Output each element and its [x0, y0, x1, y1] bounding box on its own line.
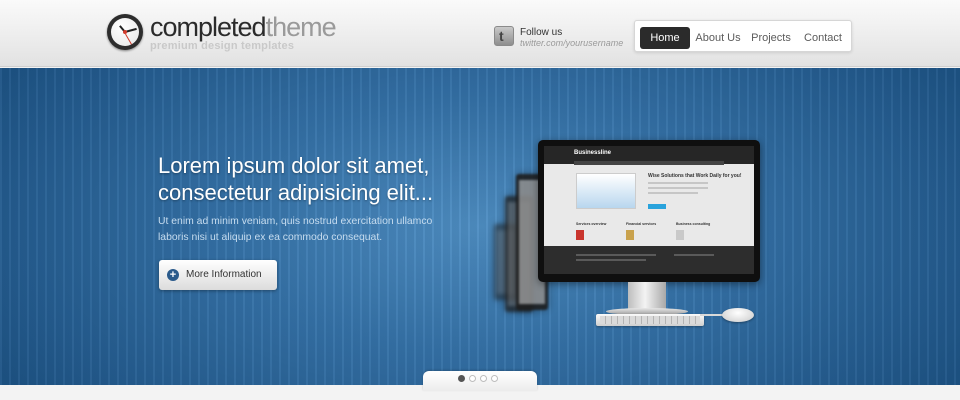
plus-circle-icon: + — [167, 269, 179, 281]
slider-pager — [423, 371, 537, 391]
logo-title[interactable]: completedtheme — [150, 12, 337, 42]
nav-projects[interactable]: Projects — [747, 27, 795, 49]
nav-contact[interactable]: Contact — [800, 27, 846, 49]
main-navigation: Home About Us Projects Contact — [634, 20, 852, 52]
hero-title-line-1: Lorem ipsum dolor sit amet, — [158, 153, 430, 178]
twitter-icon[interactable]: t — [494, 26, 514, 46]
screen-column-3: Business consulting — [676, 222, 711, 226]
screen-column-2: Financial services — [626, 222, 657, 226]
keyboard-illustration — [596, 314, 704, 326]
nav-about-us[interactable]: About Us — [695, 27, 741, 49]
mouse-cord — [700, 314, 724, 316]
screen-headline: Wise Solutions that Work Daily for you! — [648, 173, 742, 179]
site-header: completedtheme premium design templates … — [0, 0, 960, 67]
hero-title: Lorem ipsum dolor sit amet, consectetur … — [158, 152, 478, 206]
more-information-button[interactable]: + More Information — [159, 260, 277, 290]
pager-dot-4[interactable] — [491, 375, 498, 382]
monitor-illustration: Businessline Wise Solutions that Work Da… — [538, 140, 760, 282]
logo-title-bold: completed — [150, 12, 267, 42]
hero-description: Ut enim ad minim veniam, quis nostrud ex… — [158, 214, 448, 245]
pager-dot-2[interactable] — [469, 375, 476, 382]
screen-column-1: Services overview — [576, 222, 607, 226]
hero-slider: Lorem ipsum dolor sit amet, consectetur … — [0, 68, 960, 385]
screen-logo: Businessline — [574, 150, 612, 156]
twitter-link[interactable]: twitter.com/yourusername — [520, 38, 623, 48]
logo-title-light: theme — [265, 12, 337, 42]
monitor-screen: Businessline Wise Solutions that Work Da… — [544, 146, 754, 274]
logo-tagline: premium design templates — [150, 40, 295, 52]
mouse-illustration — [722, 308, 754, 322]
follow-title: Follow us — [520, 27, 563, 38]
hero-title-line-2: consectetur adipisicing elit... — [158, 180, 434, 205]
clock-logo-icon[interactable] — [107, 14, 143, 50]
monitor-stand — [628, 282, 666, 310]
hero-text-line-1: Ut enim ad minim veniam, quis nostrud ex… — [158, 216, 433, 227]
more-information-label: More Information — [186, 269, 262, 280]
hero-text-line-2: laboris nisi ut aliquip ex ea commodo co… — [158, 231, 383, 243]
pager-dot-3[interactable] — [480, 375, 487, 382]
nav-home[interactable]: Home — [640, 27, 690, 49]
pager-dot-1[interactable] — [458, 375, 465, 382]
